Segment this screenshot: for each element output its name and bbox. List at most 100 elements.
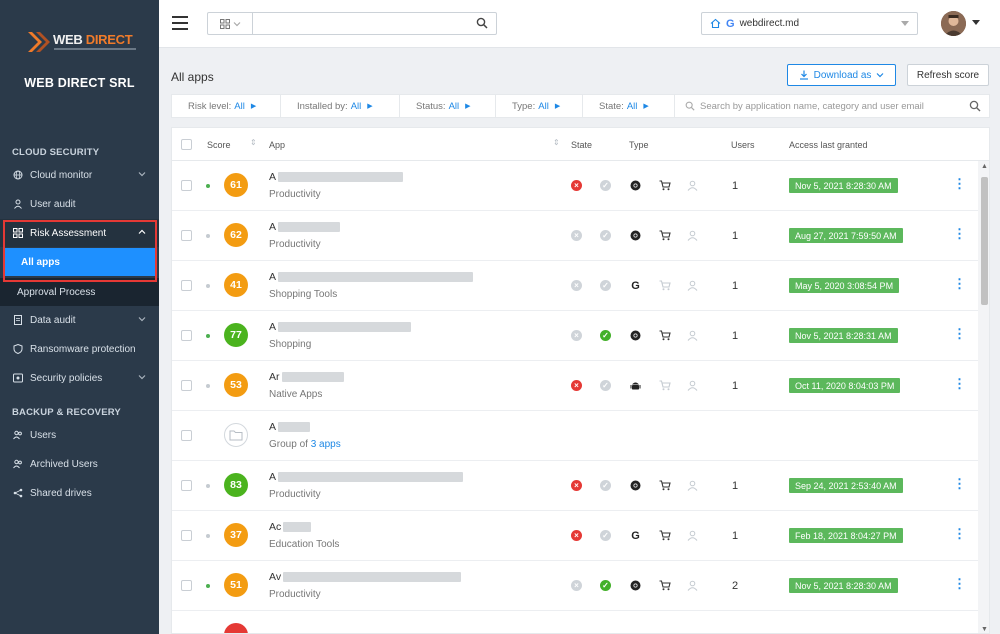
row-menu-icon[interactable]: ⋮ — [953, 377, 966, 390]
sidebar-item-label: Approval Process — [17, 286, 96, 298]
table-row[interactable]: 62 A Productivity × ✓ 1 Aug 27, 2021 7:5… — [172, 211, 978, 261]
app-name[interactable]: Ac — [269, 521, 312, 533]
status-dot — [206, 484, 210, 488]
domain-select[interactable]: G webdirect.md — [701, 12, 918, 35]
chrome-icon — [629, 179, 642, 192]
table-row[interactable]: 41 A Shopping Tools × ✓ G 1 May 5, 2020 … — [172, 261, 978, 311]
cart-icon — [658, 479, 671, 492]
sidebar-item-data-audit[interactable]: Data audit — [0, 306, 159, 334]
redacted-text — [283, 572, 462, 582]
chevron-down-icon — [233, 21, 240, 26]
header-app[interactable]: App — [269, 140, 285, 150]
caret-down-icon[interactable] — [972, 20, 980, 26]
sidebar-item-security-policies[interactable]: Security policies — [0, 364, 159, 392]
user-icon — [686, 529, 699, 542]
google-icon: G — [726, 17, 735, 30]
row-menu-icon[interactable]: ⋮ — [953, 227, 966, 240]
filter-type[interactable]: Type: All ▶ — [496, 94, 583, 118]
redacted-text — [281, 372, 344, 382]
home-icon — [710, 18, 721, 29]
filter-state[interactable]: State: All ▶ — [583, 94, 675, 118]
table-row[interactable]: 83 A Productivity × ✓ 1 Sep 24, 2021 2:5… — [172, 461, 978, 511]
filter-value: All — [626, 100, 638, 112]
score-badge: 83 — [224, 473, 248, 497]
row-checkbox[interactable] — [181, 530, 192, 541]
filter-status[interactable]: Status: All ▶ — [400, 94, 496, 118]
row-menu-icon[interactable]: ⋮ — [953, 477, 966, 490]
table-row-group[interactable]: A Group of 3 apps — [172, 411, 978, 461]
app-name[interactable]: Av — [269, 571, 462, 583]
sidebar-item-users[interactable]: Users — [0, 421, 159, 449]
chevron-down-icon — [138, 375, 146, 380]
app-category: Shopping Tools — [269, 289, 338, 300]
row-checkbox[interactable] — [181, 180, 192, 191]
table-row[interactable]: 77 A Shopping × ✓ 1 Nov 5, 2021 8:28:31 … — [172, 311, 978, 361]
users-count: 1 — [732, 280, 739, 292]
filter-risk-level[interactable]: Risk level: All ▶ — [172, 94, 281, 118]
refresh-score-button[interactable]: Refresh score — [907, 64, 989, 86]
search-icon[interactable] — [969, 100, 981, 112]
logo[interactable]: WEB DIRECT — [26, 28, 136, 58]
access-granted-badge: Nov 5, 2021 8:28:30 AM — [789, 578, 898, 593]
chevron-down-icon — [138, 317, 146, 322]
app-search-input[interactable]: Search by application name, category and… — [675, 94, 989, 118]
row-checkbox[interactable] — [181, 580, 192, 591]
app-name[interactable]: A — [269, 321, 412, 333]
android-icon — [629, 379, 642, 392]
row-menu-icon[interactable]: ⋮ — [953, 577, 966, 590]
sidebar-item-shared-drives[interactable]: Shared drives — [0, 479, 159, 507]
table-row[interactable]: 61 A Productivity × ✓ 1 Nov 5, 2021 8:28… — [172, 161, 978, 211]
table-row[interactable]: 51 Av Productivity × ✓ 2 Nov 5, 2021 8:2… — [172, 561, 978, 611]
row-menu-icon[interactable]: ⋮ — [953, 327, 966, 340]
table-row[interactable]: 53 Ar Native Apps × ✓ 1 Oct 11, 2020 8:0… — [172, 361, 978, 411]
user-icon — [686, 379, 699, 392]
table-scrollbar[interactable]: ▲ ▼ — [978, 161, 989, 633]
scroll-down-icon[interactable]: ▼ — [981, 626, 988, 633]
app-name[interactable]: A — [269, 471, 464, 483]
avatar[interactable] — [941, 11, 966, 36]
row-checkbox[interactable] — [181, 230, 192, 241]
filter-value: All — [448, 100, 460, 112]
filter-bar: Risk level: All ▶ Installed by: All ▶ Status… — [171, 94, 990, 118]
scroll-up-icon[interactable]: ▲ — [981, 163, 988, 170]
global-search[interactable] — [207, 12, 497, 35]
row-checkbox[interactable] — [181, 480, 192, 491]
row-checkbox[interactable] — [181, 380, 192, 391]
header-score[interactable]: Score — [207, 140, 231, 150]
sidebar-item-cloud-monitor[interactable]: Cloud monitor — [0, 161, 159, 189]
row-checkbox[interactable] — [181, 280, 192, 291]
row-menu-icon[interactable]: ⋮ — [953, 177, 966, 190]
app-name[interactable]: A — [269, 171, 404, 183]
search-icon[interactable] — [476, 17, 488, 29]
table-row[interactable]: 37 Ac Education Tools × ✓ G 1 Feb 18, 20… — [172, 511, 978, 561]
scope-select[interactable] — [208, 13, 253, 34]
score-badge: 53 — [224, 373, 248, 397]
filter-installed-by[interactable]: Installed by: All ▶ — [281, 94, 400, 118]
app-name[interactable]: A — [269, 221, 341, 233]
app-name[interactable]: A — [269, 421, 311, 433]
sidebar-item-archived-users[interactable]: Archived Users — [0, 450, 159, 478]
filter-label: Type: — [512, 100, 536, 112]
table-row-partial[interactable] — [172, 611, 978, 633]
scroll-thumb[interactable] — [981, 177, 988, 305]
row-checkbox[interactable] — [181, 330, 192, 341]
row-menu-icon[interactable]: ⋮ — [953, 277, 966, 290]
approved-state-icon: ✓ — [600, 580, 611, 591]
sidebar-item-user-audit[interactable]: User audit — [0, 190, 159, 218]
hamburger-menu-icon[interactable] — [172, 16, 188, 30]
sort-icon[interactable]: ⇕ — [553, 138, 560, 147]
row-menu-icon[interactable]: ⋮ — [953, 527, 966, 540]
sort-icon[interactable]: ⇕ — [250, 138, 257, 147]
select-all-checkbox[interactable] — [181, 139, 192, 150]
app-name[interactable]: A — [269, 271, 474, 283]
google-icon: G — [631, 529, 640, 542]
group-apps-link[interactable]: 3 apps — [311, 439, 341, 450]
download-button[interactable]: Download as — [787, 64, 896, 86]
redacted-text — [278, 422, 311, 432]
sidebar-item-approval-process[interactable]: Approval Process — [0, 278, 159, 306]
users-count: 1 — [732, 230, 739, 242]
row-checkbox[interactable] — [181, 430, 192, 441]
app-name[interactable]: Ar — [269, 371, 344, 383]
approved-state-icon: ✓ — [600, 480, 611, 491]
sidebar-item-ransomware[interactable]: Ransomware protection — [0, 335, 159, 363]
